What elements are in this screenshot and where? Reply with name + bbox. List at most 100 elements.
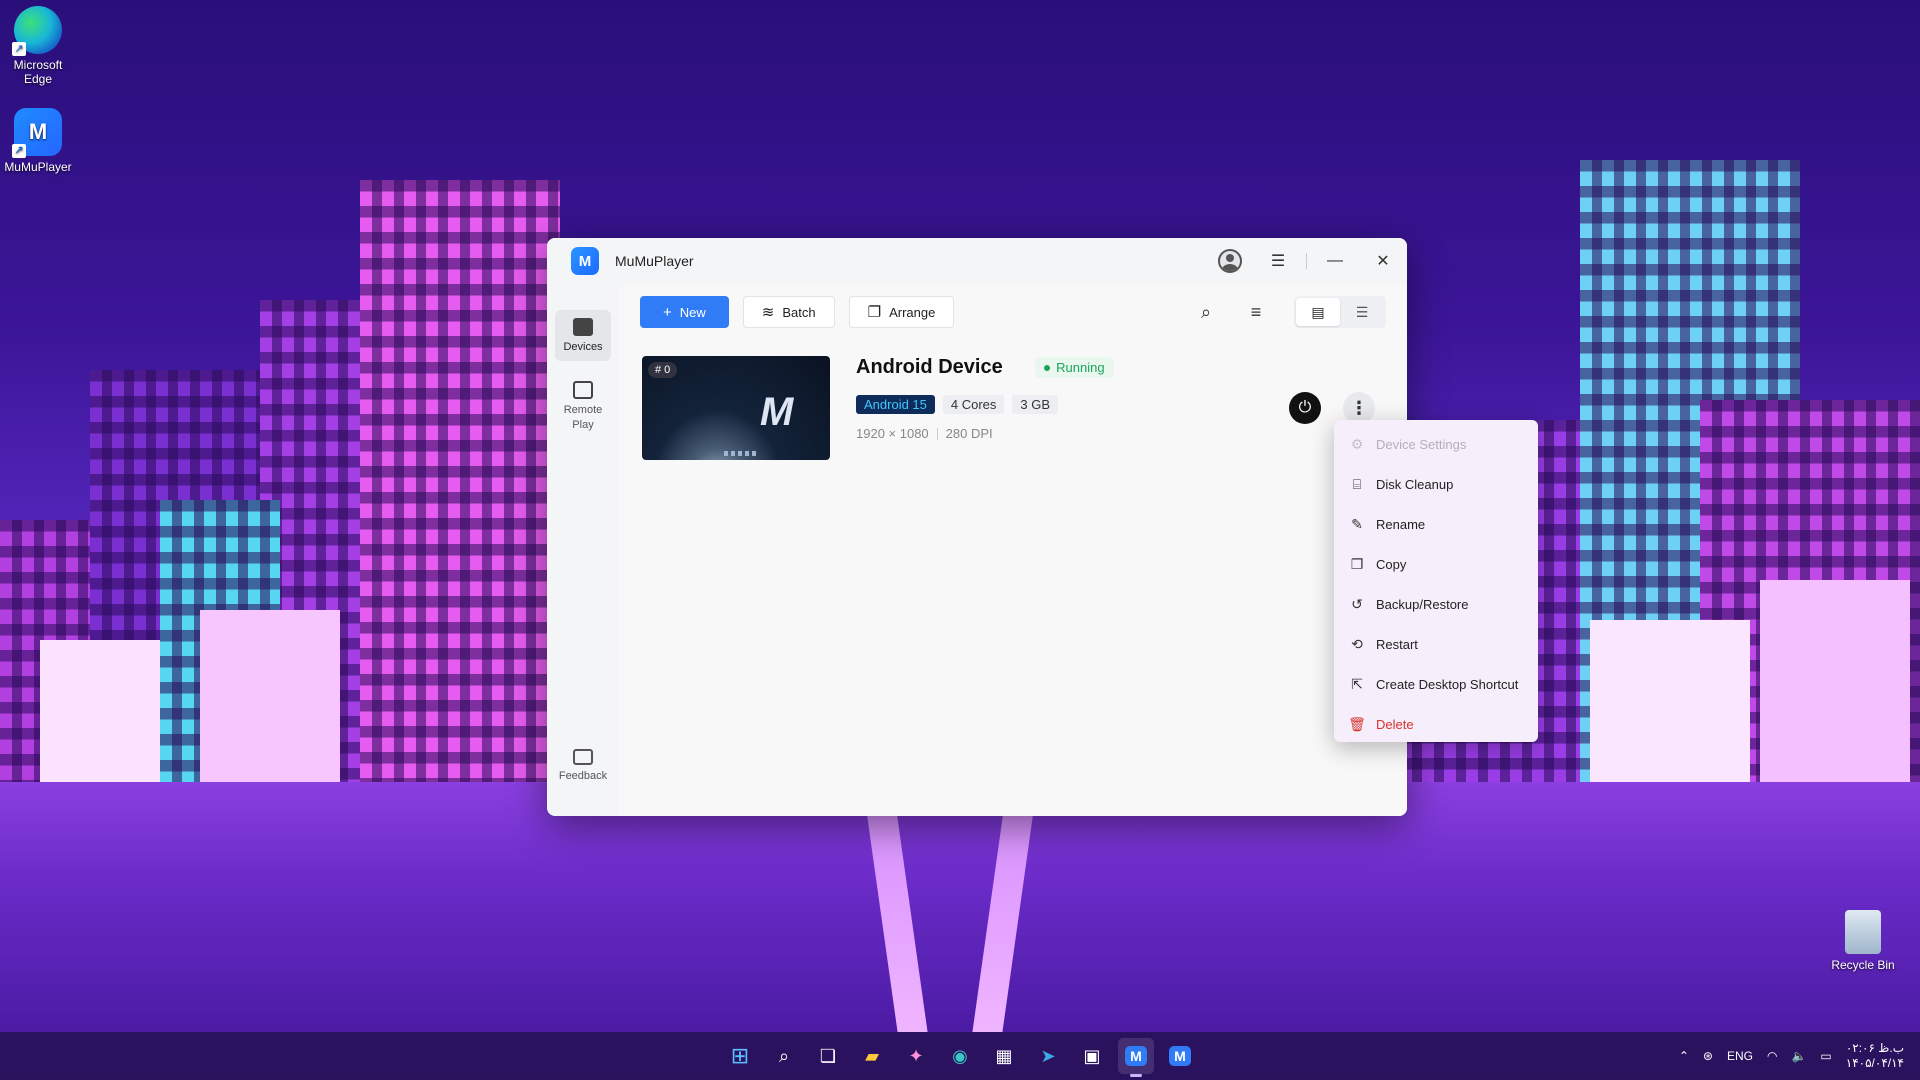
menu-item-label: Create Desktop Shortcut — [1376, 676, 1519, 692]
taskbar: ⊞ ⌕ ❏ ▰ ✦ ◉ ▦ ➤ ▣ M M ⌃ ⊛ ENG ◠ 🔈 ▭ ب.ظ … — [0, 1032, 1920, 1080]
hamburger-icon: ☰ — [1270, 253, 1286, 270]
app-button[interactable]: ▣ — [1074, 1038, 1110, 1074]
desktop-icon-recycle-bin[interactable]: Recycle Bin — [1822, 910, 1904, 972]
menu-item-copy[interactable]: ❐ Copy — [1334, 544, 1538, 584]
batch-button[interactable]: ≋ Batch — [742, 296, 835, 328]
mumu-multi-icon: M — [1169, 1046, 1191, 1066]
device-card[interactable]: # 0 M Android Device Running Android 15 … — [642, 356, 1385, 466]
menu-item-create-desktop-shortcut[interactable]: ⇱ Create Desktop Shortcut — [1334, 664, 1538, 704]
language-indicator[interactable]: ENG — [1727, 1049, 1753, 1063]
main-menu-button[interactable]: ☰ — [1254, 238, 1302, 284]
device-specs: 1920 × 1080 280 DPI — [856, 426, 1114, 441]
shortcut-icon: ⇱ — [1351, 675, 1363, 692]
layers-icon: ≋ — [761, 303, 775, 321]
window-title: MuMuPlayer — [615, 253, 694, 269]
menu-item-label: Backup/Restore — [1376, 596, 1469, 612]
account-button[interactable] — [1206, 238, 1254, 284]
volume-icon[interactable]: 🔈 — [1791, 1049, 1806, 1063]
battery-icon[interactable]: ▭ — [1820, 1049, 1831, 1063]
copilot-button[interactable]: ✦ — [898, 1038, 934, 1074]
dock-icons — [724, 451, 758, 456]
sidebar-item-label: Feedback — [558, 770, 608, 782]
power-button[interactable]: ⏻ — [1289, 392, 1321, 424]
wallpaper-building — [360, 180, 560, 840]
more-vertical-icon: ⋮ — [1350, 397, 1368, 418]
card-view-button[interactable]: ▤ — [1296, 298, 1340, 326]
power-icon: ⏻ — [1298, 399, 1312, 416]
search-icon: ⌕ — [778, 1045, 790, 1066]
edge-taskbar-button[interactable]: ◉ — [942, 1038, 978, 1074]
title-bar[interactable]: M MuMuPlayer ☰ — ✕ — [547, 238, 1407, 284]
list-view-icon: ☰ — [1355, 303, 1369, 320]
store-button[interactable]: ▦ — [986, 1038, 1022, 1074]
telegram-button[interactable]: ➤ — [1030, 1038, 1066, 1074]
task-view-icon: ❏ — [819, 1045, 837, 1066]
shortcut-arrow-icon: ↗ — [12, 144, 26, 158]
file-explorer-button[interactable]: ▰ — [854, 1038, 890, 1074]
wifi-icon[interactable]: ◠ — [1767, 1049, 1777, 1063]
menu-item-label: Restart — [1376, 636, 1418, 652]
broom-icon: ⌸ — [1352, 475, 1362, 492]
mumuplayer-icon: M — [1125, 1046, 1147, 1066]
new-device-button[interactable]: + New — [640, 296, 729, 328]
start-button[interactable]: ⊞ — [722, 1038, 758, 1074]
menu-item-delete[interactable]: 🗑 Delete — [1334, 704, 1538, 744]
arrange-button[interactable]: ❐ Arrange — [848, 296, 955, 328]
restart-icon: ⟲ — [1351, 635, 1363, 652]
mumuplayer-window: M MuMuPlayer ☰ — ✕ Devices Remote Play F… — [547, 238, 1407, 816]
clock-date: ۱۴۰۵/۰۴/۱۴ — [1845, 1056, 1904, 1070]
menu-item-label: Rename — [1376, 516, 1426, 532]
taskbar-apps: ⊞ ⌕ ❏ ▰ ✦ ◉ ▦ ➤ ▣ M M — [722, 1038, 1198, 1077]
specs-divider — [936, 427, 938, 440]
sidebar-item-remote-play[interactable]: Remote Play — [555, 373, 611, 439]
app-icon: ▣ — [1083, 1045, 1101, 1066]
cpu-cores-tag: 4 Cores — [942, 395, 1005, 414]
close-button[interactable]: ✕ — [1359, 238, 1407, 284]
mumu-multi-button[interactable]: M — [1162, 1038, 1198, 1074]
sidebar-item-label: Remote Play — [563, 404, 603, 431]
menu-item-device-settings[interactable]: ⚙ Device Settings — [1334, 424, 1538, 464]
minimize-button[interactable]: — — [1311, 238, 1359, 284]
menu-item-restart[interactable]: ⟲ Restart — [1334, 624, 1538, 664]
resolution-text: 1920 × 1080 — [856, 426, 929, 441]
copy-icon: ❐ — [1350, 555, 1364, 572]
sidebar-item-devices[interactable]: Devices — [555, 310, 611, 361]
chevron-up-icon[interactable]: ⌃ — [1679, 1049, 1689, 1063]
sort-button[interactable]: ≡ — [1238, 296, 1274, 328]
menu-item-label: Delete — [1376, 716, 1414, 732]
sidebar-item-feedback[interactable]: Feedback — [555, 741, 611, 790]
menu-item-rename[interactable]: ✎ Rename — [1334, 504, 1538, 544]
devices-icon — [573, 318, 593, 336]
new-button-label: New — [679, 304, 706, 320]
menu-item-backup-restore[interactable]: ↺ Backup/Restore — [1334, 584, 1538, 624]
trash-icon: 🗑 — [1348, 715, 1366, 732]
mumuplayer-icon: M ↗ — [12, 108, 62, 158]
desktop-icon-mumuplayer[interactable]: M ↗ MuMuPlayer — [0, 108, 76, 174]
desktop-icon-edge[interactable]: ↗ Microsoft Edge — [0, 6, 76, 86]
taskbar-search-button[interactable]: ⌕ — [766, 1038, 802, 1074]
task-view-button[interactable]: ❏ — [810, 1038, 846, 1074]
desktop-icon-label: Microsoft Edge — [13, 58, 63, 86]
minimize-icon: — — [1327, 252, 1343, 269]
device-context-menu: ⚙ Device Settings ⌸ Disk Cleanup ✎ Renam… — [1334, 420, 1538, 742]
copilot-icon: ✦ — [908, 1045, 924, 1066]
mumuplayer-taskbar-button[interactable]: M — [1118, 1038, 1154, 1077]
plus-icon: + — [663, 303, 672, 321]
close-icon: ✕ — [1376, 253, 1390, 270]
sidebar: Devices Remote Play Feedback — [547, 284, 619, 816]
device-thumbnail[interactable]: # 0 M — [642, 356, 830, 460]
menu-item-disk-cleanup[interactable]: ⌸ Disk Cleanup — [1334, 464, 1538, 504]
view-mode-toggle: ▤ ☰ — [1294, 296, 1386, 328]
search-button[interactable]: ⌕ — [1188, 296, 1224, 328]
sidebar-item-label: Devices — [563, 341, 603, 353]
windows-logo-icon: ⊞ — [730, 1043, 750, 1068]
android-version-tag: Android 15 — [856, 395, 935, 414]
search-icon: ⌕ — [1200, 301, 1212, 322]
clock[interactable]: ب.ظ ۰۲:۰۶ ۱۴۰۵/۰۴/۱۴ — [1846, 1041, 1904, 1071]
remote-play-icon — [573, 381, 593, 399]
status-badge: Running — [1035, 357, 1114, 378]
telegram-icon: ➤ — [1040, 1045, 1056, 1066]
list-view-button[interactable]: ☰ — [1340, 298, 1384, 326]
arrange-windows-icon: ❐ — [867, 303, 882, 321]
network-app-icon[interactable]: ⊛ — [1703, 1049, 1713, 1063]
